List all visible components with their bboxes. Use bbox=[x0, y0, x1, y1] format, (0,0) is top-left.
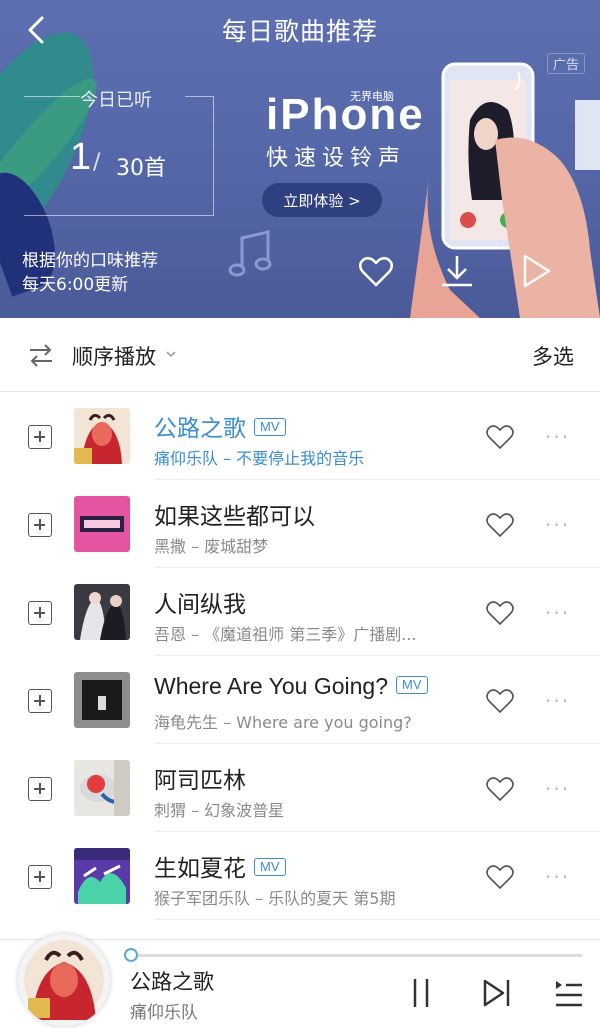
song-title-text: Where Are You Going? bbox=[154, 673, 388, 699]
song-list: 公路之歌 MV 痛仰乐队 – 不要停止我的音乐 ··· 如果这些都可以 黑撒 – … bbox=[0, 392, 600, 920]
pause-icon[interactable] bbox=[404, 976, 438, 1010]
recommend-desc-line: 根据你的口味推荐 bbox=[22, 251, 158, 271]
now-playing-title: 公路之歌 bbox=[130, 970, 214, 994]
play-all-icon[interactable] bbox=[517, 252, 555, 290]
multi-select-button[interactable]: 多选 bbox=[532, 341, 574, 371]
progress-handle[interactable] bbox=[124, 948, 138, 962]
song-title: Where Are You Going? MV bbox=[154, 673, 428, 700]
add-to-playlist-icon[interactable] bbox=[28, 865, 52, 889]
song-row[interactable]: Where Are You Going? MV 海龟先生 – Where are … bbox=[0, 656, 600, 744]
daily-recommend-header: 每日歌曲推荐 广告 今日已听 1 / 30首 根据你的口味推荐 每天6:00更新… bbox=[0, 0, 600, 318]
song-title-text: 公路之歌 bbox=[154, 416, 246, 442]
song-artist-album: 猴子军团乐队 – 乐队的夏天 第5期 bbox=[154, 889, 396, 908]
row-divider bbox=[154, 919, 600, 920]
more-options-icon[interactable]: ··· bbox=[545, 865, 573, 889]
song-row[interactable]: 人间纵我 吾恩 – 《魔道祖师 第三季》广播剧... ··· bbox=[0, 568, 600, 656]
song-artist-album: 吾恩 – 《魔道祖师 第三季》广播剧... bbox=[154, 625, 417, 644]
album-cover[interactable] bbox=[74, 496, 130, 552]
listened-count: 1 bbox=[70, 136, 92, 178]
ad-try-now-button[interactable]: 立即体验 > bbox=[262, 183, 382, 217]
now-playing-artist: 痛仰乐队 bbox=[130, 1003, 198, 1023]
more-options-icon[interactable]: ··· bbox=[545, 425, 573, 449]
recommend-description: 根据你的口味推荐 每天6:00更新 bbox=[22, 249, 158, 297]
playlist-icon[interactable] bbox=[552, 976, 586, 1010]
song-title: 人间纵我 bbox=[154, 585, 246, 619]
album-cover[interactable] bbox=[74, 584, 130, 640]
download-icon[interactable] bbox=[438, 252, 476, 290]
listen-total: 30首 bbox=[116, 156, 166, 181]
song-title-text: 生如夏花 bbox=[154, 856, 246, 882]
song-row[interactable]: 生如夏花 MV 猴子军团乐队 – 乐队的夏天 第5期 ··· bbox=[0, 832, 600, 920]
music-note-icon bbox=[228, 230, 272, 277]
update-time-line: 每天6:00更新 bbox=[22, 275, 129, 295]
heart-icon[interactable] bbox=[485, 687, 515, 715]
song-title: 如果这些都可以 bbox=[154, 497, 315, 531]
mv-badge[interactable]: MV bbox=[254, 417, 286, 436]
more-options-icon[interactable]: ··· bbox=[545, 689, 573, 713]
listen-separator: / bbox=[93, 150, 101, 175]
song-artist-album: 痛仰乐队 – 不要停止我的音乐 bbox=[154, 449, 365, 468]
song-artist-album: 刺猬 – 幻象波普星 bbox=[154, 801, 285, 820]
album-cover[interactable] bbox=[74, 760, 130, 816]
album-cover[interactable] bbox=[74, 672, 130, 728]
more-options-icon[interactable]: ··· bbox=[545, 777, 573, 801]
chevron-down-icon[interactable] bbox=[165, 348, 177, 360]
heart-icon[interactable] bbox=[357, 252, 395, 290]
song-title: 生如夏花 MV bbox=[154, 849, 286, 883]
mv-badge[interactable]: MV bbox=[396, 675, 428, 694]
add-to-playlist-icon[interactable] bbox=[28, 513, 52, 537]
song-row[interactable]: 阿司匹林 刺猬 – 幻象波普星 ··· bbox=[0, 744, 600, 832]
ad-brand-text[interactable]: iPhone bbox=[266, 90, 425, 140]
album-cover[interactable] bbox=[74, 408, 130, 464]
list-toolbar: 顺序播放 多选 bbox=[0, 318, 600, 392]
ad-subtitle: 快速设铃声 bbox=[266, 146, 407, 171]
song-title-text: 阿司匹林 bbox=[154, 768, 246, 794]
sequential-play-icon[interactable] bbox=[28, 342, 54, 368]
play-mode-selector[interactable]: 顺序播放 bbox=[72, 341, 156, 371]
add-to-playlist-icon[interactable] bbox=[28, 601, 52, 625]
song-artist-album: 黑撒 – 废城甜梦 bbox=[154, 537, 269, 556]
more-options-icon[interactable]: ··· bbox=[545, 513, 573, 537]
add-to-playlist-icon[interactable] bbox=[28, 777, 52, 801]
song-title-text: 如果这些都可以 bbox=[154, 504, 315, 530]
song-title: 阿司匹林 bbox=[154, 761, 246, 795]
song-artist-album: 海龟先生 – Where are you going? bbox=[154, 713, 412, 732]
mv-badge[interactable]: MV bbox=[254, 857, 286, 876]
album-cover[interactable] bbox=[74, 848, 130, 904]
page-title: 每日歌曲推荐 bbox=[221, 17, 378, 46]
song-title-text: 人间纵我 bbox=[154, 592, 246, 618]
ad-brand-small: 无界电脑 bbox=[350, 90, 394, 103]
mini-player: 公路之歌 痛仰乐队 bbox=[0, 934, 600, 1028]
heart-icon[interactable] bbox=[485, 423, 515, 451]
now-playing-cover[interactable] bbox=[18, 934, 110, 1026]
heart-icon[interactable] bbox=[485, 511, 515, 539]
song-row[interactable]: 公路之歌 MV 痛仰乐队 – 不要停止我的音乐 ··· bbox=[0, 392, 600, 480]
next-track-icon[interactable] bbox=[480, 976, 514, 1010]
heart-icon[interactable] bbox=[485, 599, 515, 627]
more-options-icon[interactable]: ··· bbox=[545, 601, 573, 625]
song-title: 公路之歌 MV bbox=[154, 409, 286, 443]
song-row[interactable]: 如果这些都可以 黑撒 – 废城甜梦 ··· bbox=[0, 480, 600, 568]
add-to-playlist-icon[interactable] bbox=[28, 689, 52, 713]
heart-icon[interactable] bbox=[485, 863, 515, 891]
add-to-playlist-icon[interactable] bbox=[28, 425, 52, 449]
progress-bar[interactable] bbox=[130, 954, 582, 957]
heart-icon[interactable] bbox=[485, 775, 515, 803]
listened-today-label: 今日已听 bbox=[80, 90, 152, 111]
